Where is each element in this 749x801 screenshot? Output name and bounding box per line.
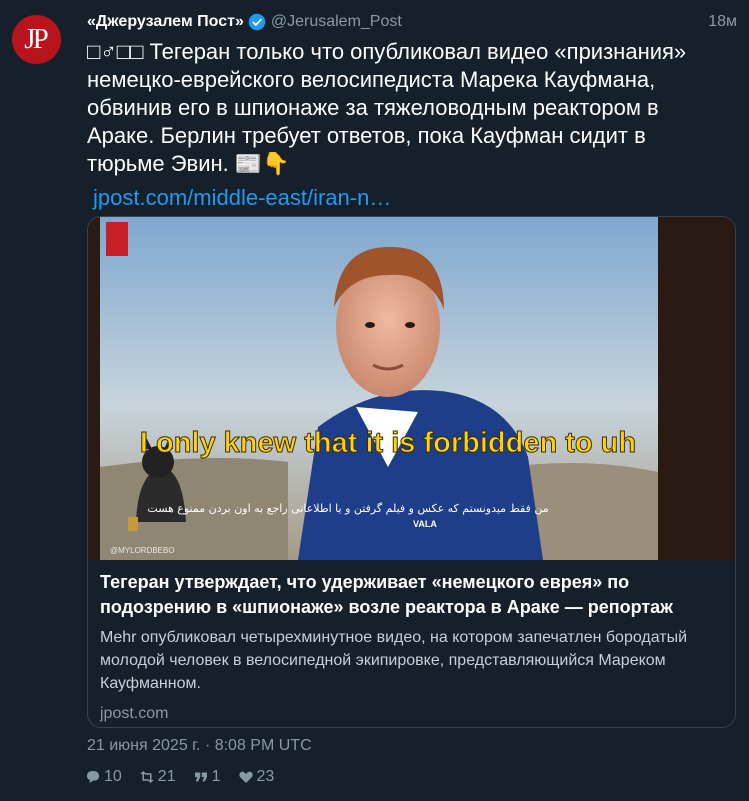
tweet-link[interactable]: jpost.com/middle-east/iran-n… <box>93 185 391 211</box>
quote-count: 1 <box>211 768 221 785</box>
tweet-timestamp[interactable]: 21 июня 2025 г. · 8:08 PM UTC <box>87 737 312 755</box>
card-video-thumbnail[interactable]: I only knew that it is forbidden to uh م… <box>88 217 736 560</box>
quote-button[interactable]: 1 <box>192 768 221 786</box>
verified-badge-icon <box>248 13 266 31</box>
tweet: JP «Джерузалем Пост» @Jerusalem_Post 18м… <box>0 0 749 801</box>
quote-icon <box>194 772 207 782</box>
author-name[interactable]: «Джерузалем Пост» <box>87 13 244 31</box>
retweet-button[interactable]: 21 <box>138 768 176 786</box>
reply-button[interactable]: 10 <box>84 768 122 786</box>
like-icon <box>238 771 253 783</box>
like-button[interactable]: 23 <box>237 768 275 786</box>
card-watermark: @MYLORDBEBO <box>110 546 175 555</box>
card-subtitle-fa: من فقط میدونستم که عکس و فیلم گرفتن و یا… <box>147 502 548 515</box>
card-title: Тегеран утверждает, что удерживает «неме… <box>100 572 673 617</box>
avatar-initials: JP <box>24 23 48 55</box>
card-body: Тегеран утверждает, что удерживает «неме… <box>88 560 735 723</box>
retweet-count: 21 <box>157 768 176 785</box>
author-handle[interactable]: @Jerusalem_Post <box>271 13 402 31</box>
reply-count: 10 <box>104 768 122 785</box>
action-bar: 10 21 1 23 <box>84 766 274 788</box>
card-description: Mehr опубликовал четырехминутное видео, … <box>100 629 688 692</box>
tweet-time[interactable]: 18м <box>708 13 737 31</box>
link-card[interactable]: I only knew that it is forbidden to uh م… <box>87 216 736 728</box>
avatar[interactable]: JP <box>12 15 61 64</box>
reply-icon <box>87 771 99 783</box>
like-count: 23 <box>256 768 275 785</box>
card-domain: jpost.com <box>100 705 169 722</box>
tweet-text: □♂□□ Тегеран только что опубликовал виде… <box>87 39 687 176</box>
card-shirt-text: VALA <box>413 519 437 529</box>
tweet-header: «Джерузалем Пост» @Jerusalem_Post 18м <box>87 11 737 33</box>
retweet-icon <box>140 771 154 783</box>
card-subtitle-en: I only knew that it is forbidden to uh <box>140 427 636 459</box>
